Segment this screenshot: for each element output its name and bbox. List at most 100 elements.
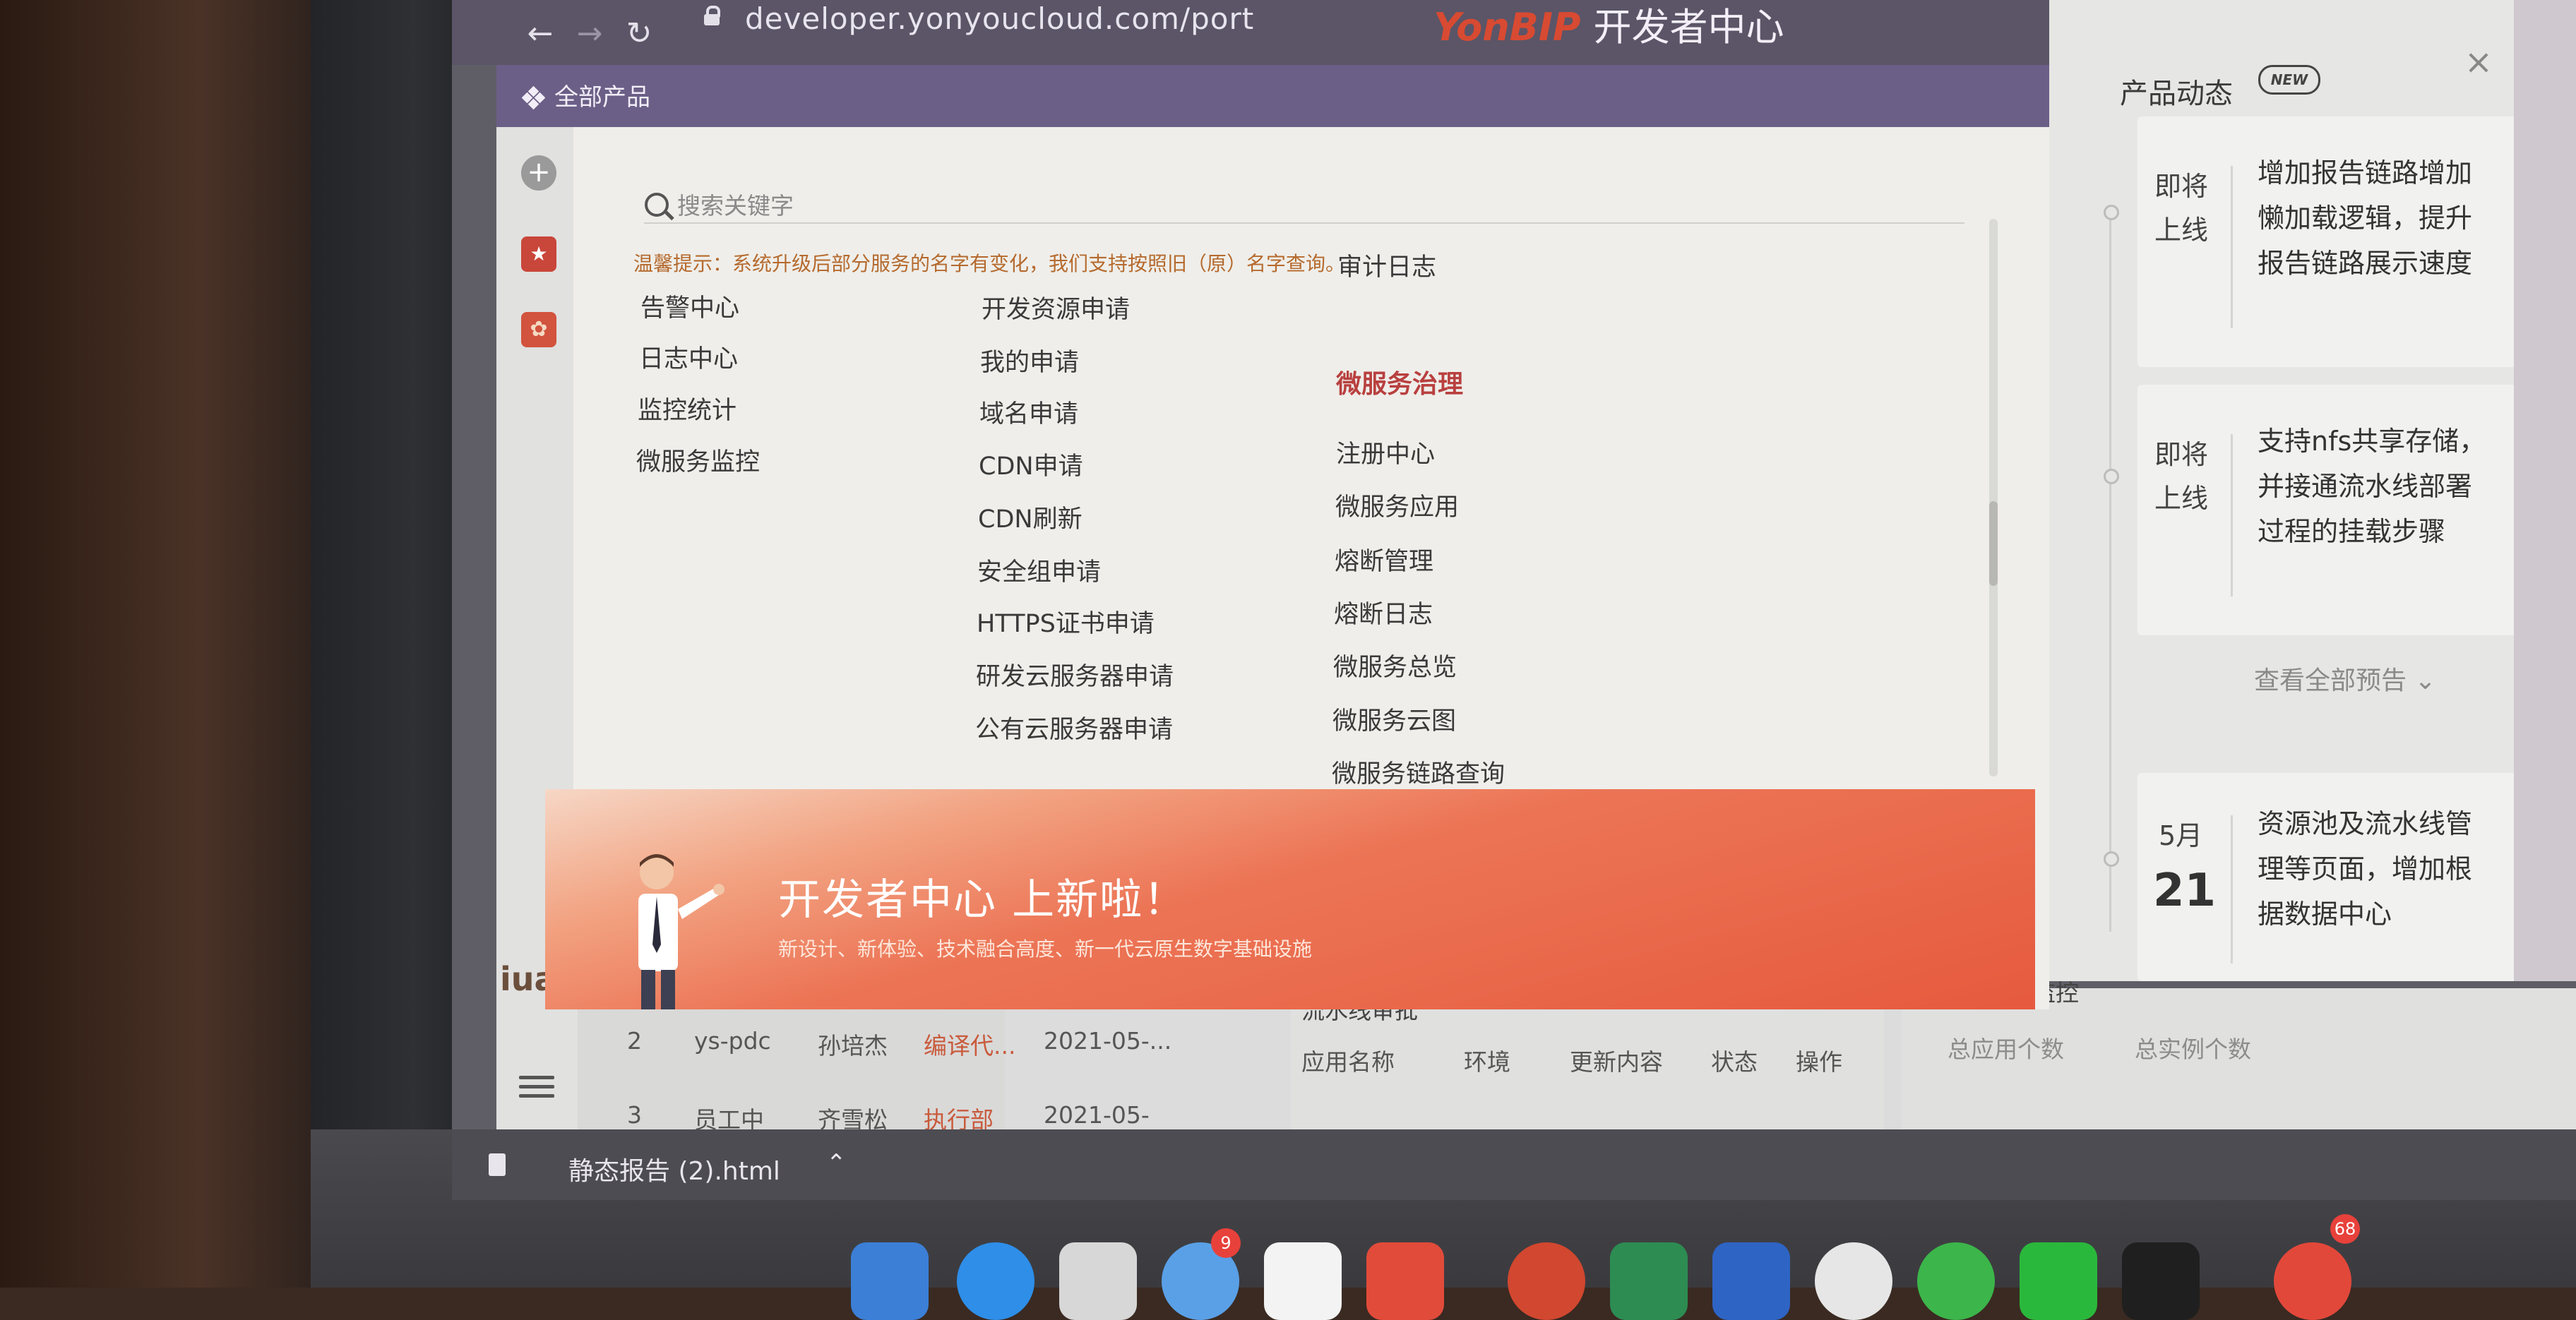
chevron-down-icon: ⌄ [2407,666,2436,695]
all-products-label: 全部产品 [554,83,650,112]
table-header: 环境 [1464,1048,1510,1076]
weibo-icon[interactable] [2274,1242,2351,1320]
menu-item-rd-cloud-server-apply[interactable]: 研发云服务器申请 [976,656,1174,692]
table-header: 状态 [1711,1048,1758,1076]
table-cell: 2021-05-... [1044,1027,1172,1055]
notification-badge: 9 [1211,1228,1241,1258]
view-all-label: 查看全部预告 [2254,666,2407,695]
search-icon [645,193,669,217]
menu-item-registry-center[interactable]: 注册中心 [1336,434,1435,470]
table-cell[interactable]: 执行部 [924,1101,994,1129]
background-window-edge [2514,0,2576,981]
news-month: 5月 [2159,820,2203,851]
microservice-monitor-card: 微服务应用监控 总应用个数 总实例个数 [1902,979,2576,1129]
menu-item-public-cloud-server-apply[interactable]: 公有云服务器申请 [975,709,1173,745]
banner-title: 开发者中心 上新啦！ [778,875,1188,925]
menu-item-microservice-app[interactable]: 微服务应用 [1335,487,1459,523]
app-header: 全部产品 [496,65,2050,127]
stat-label: 总应用个数 [1948,1036,2064,1063]
table-cell: 2021-05- [1044,1101,1150,1129]
news-card[interactable]: 5月 21 资源池及流水线管理等页面，增加根据数据中心 [2137,773,2522,981]
promo-banner[interactable]: 开发者中心 上新啦！ 新设计、新体验、技术融合高度、新一代云原生数字基础设施 [545,789,2035,1009]
qq-icon[interactable] [2122,1242,2200,1320]
menu-item-microservice-trace-query[interactable]: 微服务链路查询 [1332,754,1505,790]
news-card[interactable]: 即将上线 增加报告链路增加懒加载逻辑，提升报告链路展示速度 [2137,116,2522,367]
preview-icon[interactable] [1059,1242,1137,1320]
table-cell: 孙培杰 [818,1032,888,1060]
dock: 9 68 [840,1214,2394,1320]
address-bar[interactable]: developer.yonyoucloud.com/port [745,1,1254,36]
news-title: 产品动态 [2120,78,2233,110]
stat-label: 总实例个数 [2135,1036,2251,1063]
news-text: 增加报告链路增加懒加载逻辑，提升报告链路展示速度 [2258,157,2473,279]
product-news-panel: 产品动态 NEW × 即将上线 增加报告链路增加懒加载逻辑，提升报告链路展示速度… [2049,0,2576,981]
file-icon [489,1153,506,1176]
background-dashboard: 2 ys-pdc 孙培杰 编译代... 2021-05-... 3 员工中 齐雪… [578,979,2576,1129]
back-arrow-icon[interactable]: ← [519,13,561,55]
menu-item-circuit-breaker-mgmt[interactable]: 熔断管理 [1335,541,1433,577]
chrome-icon[interactable] [1815,1242,1892,1320]
section-title-microservice-governance: 微服务治理 [1336,370,1464,399]
powerpoint-icon[interactable] [1508,1242,1585,1320]
all-products-button[interactable]: 全部产品 [521,78,650,112]
safari-icon[interactable] [957,1242,1034,1320]
excel-icon[interactable] [1610,1242,1688,1320]
news-text: 支持nfs共享存储，并接通流水线部署过程的挂载步骤 [2258,426,2486,547]
finder-icon[interactable] [851,1242,929,1320]
notification-badge: 68 [2330,1214,2360,1244]
news-card[interactable]: 即将上线 支持nfs共享存储，并接通流水线部署过程的挂载步骤 [2137,385,2522,635]
upgrade-tip: 温馨提示：系统升级后部分服务的名字有变化，我们支持按照旧（原）名字查询。 [633,252,1346,275]
timeline-dot [2104,469,2119,484]
menu-item-cdn-apply[interactable]: CDN申请 [979,446,1083,482]
card-divider [2231,434,2233,596]
table-header: 应用名称 [1301,1048,1395,1076]
menu-item-cdn-refresh[interactable]: CDN刷新 [978,499,1083,535]
desk-background [0,0,332,1288]
panel-scrollbar[interactable] [1989,219,1998,776]
presenter-illustration [638,854,724,1009]
netease-music-icon[interactable] [1366,1242,1444,1320]
menu-item-alarm-center[interactable]: 告警中心 [640,288,739,324]
menu-item-dev-resource-apply[interactable]: 开发资源申请 [982,289,1130,325]
add-icon[interactable]: + [521,155,556,191]
table-header: 操作 [1796,1048,1842,1076]
table-cell[interactable]: 编译代... [924,1027,1015,1061]
calendar-icon[interactable] [1264,1242,1342,1320]
forward-arrow-icon[interactable]: → [568,13,611,55]
brand-title: 开发者中心 [1593,5,1784,49]
green-app-icon[interactable] [1917,1242,1995,1320]
lock-icon [703,6,721,27]
menu-item-https-cert-apply[interactable]: HTTPS证书申请 [977,604,1155,640]
menu-item-microservice-overview[interactable]: 微服务总览 [1333,647,1457,683]
card-divider [2231,166,2233,328]
menu-item-audit-log[interactable]: 审计日志 [1337,247,1436,283]
chevron-up-icon[interactable]: ⌃ [826,1149,847,1177]
menu-item-microservice-cloud-map[interactable]: 微服务云图 [1332,701,1456,737]
menu-item-monitor-stats[interactable]: 监控统计 [638,390,737,426]
search-input[interactable] [676,187,1738,224]
menu-icon[interactable] [519,1070,554,1103]
site-brand: YonBIP 开发者中心 [1433,0,1784,52]
menu-item-domain-apply[interactable]: 域名申请 [979,394,1078,430]
app-icon[interactable]: ✿ [521,312,556,347]
grid-icon [521,85,546,110]
news-day: 21 [2153,865,2217,917]
menu-item-microservice-monitor[interactable]: 微服务监控 [636,442,760,478]
view-all-link[interactable]: 查看全部预告 ⌄ [2254,660,2436,697]
timeline-dot [2104,205,2119,220]
news-tag: 即将上线 [2154,171,2208,246]
menu-item-circuit-breaker-log[interactable]: 熔断日志 [1334,594,1433,630]
wechat-icon[interactable] [2020,1242,2097,1320]
reload-icon[interactable]: ↻ [618,13,660,55]
menu-item-security-group-apply[interactable]: 安全组申请 [977,552,1101,588]
word-icon[interactable] [1712,1242,1790,1320]
approval-table: 2 ys-pdc 孙培杰 编译代... 2021-05-... 3 员工中 齐雪… [578,988,1171,1129]
menu-item-my-applications[interactable]: 我的申请 [980,342,1079,378]
new-badge: NEW [2258,65,2320,95]
card-divider [2231,815,2233,964]
download-filename[interactable]: 静态报告 (2).html [568,1151,780,1187]
table-cell: 齐雪松 [818,1106,888,1129]
close-icon[interactable]: × [2461,44,2496,80]
menu-item-log-center[interactable]: 日志中心 [639,339,738,375]
favorites-icon[interactable]: ★ [521,236,556,272]
